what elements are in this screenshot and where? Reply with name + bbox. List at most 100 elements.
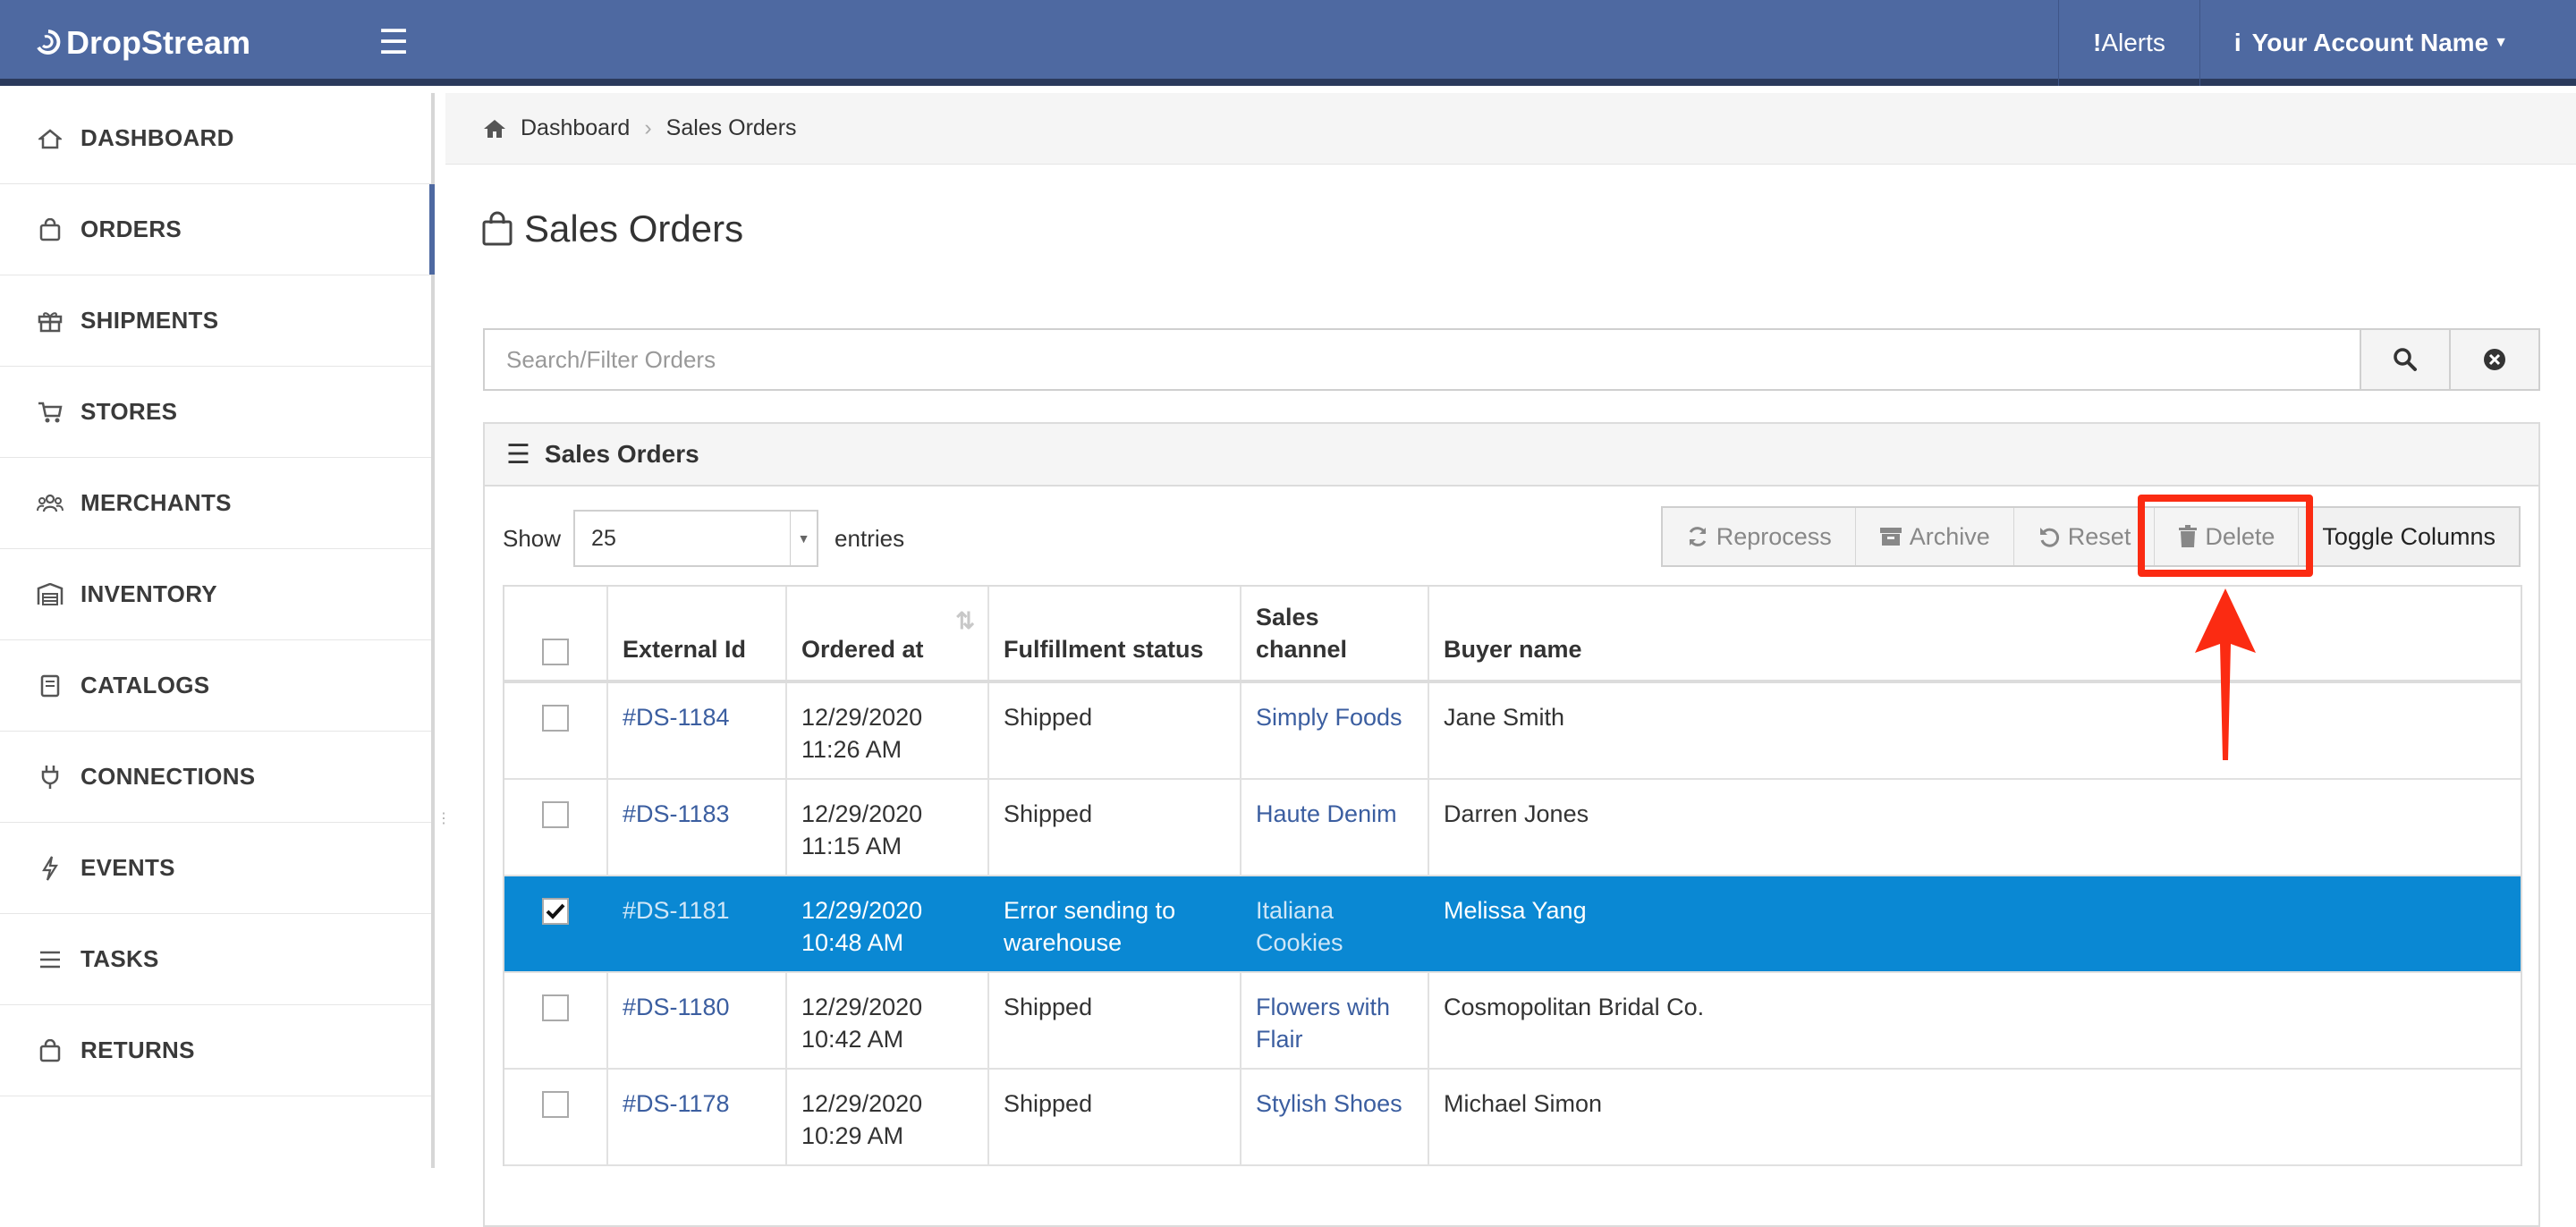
header-buyer-name[interactable]: Buyer name bbox=[1429, 587, 2521, 680]
select-all-cell bbox=[504, 587, 608, 680]
cart-icon bbox=[36, 398, 64, 427]
refresh-icon bbox=[1689, 527, 1707, 546]
account-menu[interactable]: i Your Account Name ▼ bbox=[2199, 0, 2576, 86]
ordered-date: 12/29/2020 bbox=[801, 1090, 923, 1117]
fulfillment-status-cell: Shipped bbox=[989, 683, 1241, 778]
fulfillment-status-cell: Shipped bbox=[989, 780, 1241, 875]
header-ordered-at[interactable]: Ordered at ⇅ bbox=[787, 587, 989, 680]
main-content: Dashboard › Sales Orders Sales Orders Se… bbox=[445, 93, 2576, 1227]
sidebar-item-merchants[interactable]: MERCHANTS bbox=[0, 458, 431, 549]
external-id-cell: #DS-1178 bbox=[608, 1070, 787, 1164]
clear-search-button[interactable] bbox=[2451, 328, 2540, 391]
sidebar-item-orders[interactable]: ORDERS bbox=[0, 184, 435, 275]
sidebar-item-returns[interactable]: RETURNS bbox=[0, 1005, 431, 1096]
row-checkbox[interactable] bbox=[542, 801, 569, 828]
header-sales-channel[interactable]: Sales channel bbox=[1241, 587, 1429, 680]
order-link[interactable]: #DS-1184 bbox=[623, 704, 730, 731]
archive-button[interactable]: Archive bbox=[1855, 508, 2014, 565]
buyer-name-cell: Michael Simon bbox=[1444, 1090, 1603, 1117]
sidebar-item-inventory[interactable]: INVENTORY bbox=[0, 549, 431, 640]
sidebar-item-shipments[interactable]: SHIPMENTS bbox=[0, 275, 431, 367]
order-link[interactable]: #DS-1181 bbox=[623, 897, 730, 924]
table-row[interactable]: #DS-1183 12/29/2020 11:15 AM Shipped Haute D… bbox=[504, 780, 2521, 876]
plug-icon bbox=[36, 763, 64, 791]
sidebar-item-label: DASHBOARD bbox=[80, 124, 234, 151]
select-arrow-icon: ▼ bbox=[790, 512, 817, 565]
sidebar-item-dashboard[interactable]: DASHBOARD bbox=[0, 93, 431, 184]
toggle-columns-button[interactable]: Toggle Columns bbox=[2299, 508, 2519, 565]
row-select-cell bbox=[504, 876, 608, 971]
alerts-link[interactable]: ! Alerts bbox=[2057, 0, 2199, 86]
sort-icon: ⇅ bbox=[955, 607, 975, 634]
reset-button[interactable]: Reset bbox=[2013, 508, 2156, 565]
list-icon: ☰ bbox=[506, 439, 530, 470]
row-checkbox[interactable] bbox=[542, 994, 569, 1021]
row-select-cell bbox=[504, 780, 608, 875]
order-link[interactable]: #DS-1178 bbox=[623, 1090, 730, 1117]
ordered-time: 10:48 AM bbox=[801, 929, 904, 956]
menu-toggle-icon[interactable]: ☰ bbox=[376, 25, 411, 61]
header-fulfillment-status[interactable]: Fulfillment status bbox=[989, 587, 1241, 680]
sidebar-item-stores[interactable]: STORES bbox=[0, 367, 431, 458]
panel-header: ☰ Sales Orders bbox=[485, 424, 2538, 487]
row-checkbox[interactable] bbox=[542, 898, 569, 925]
header-external-id[interactable]: External Id bbox=[608, 587, 787, 680]
sales-channel-cell: Simply Foods bbox=[1241, 683, 1429, 778]
sales-channel-link[interactable]: Flowers with Flair bbox=[1256, 994, 1390, 1053]
table-row[interactable]: #DS-1178 12/29/2020 10:29 AM Shipped Stylish… bbox=[504, 1070, 2521, 1166]
brand-logo[interactable]: DropStream bbox=[36, 0, 250, 86]
order-link[interactable]: #DS-1183 bbox=[623, 800, 730, 827]
sidebar-resize-handle[interactable]: ⋮ bbox=[436, 809, 451, 833]
sidebar-item-label: CATALOGS bbox=[80, 672, 210, 698]
bolt-icon bbox=[36, 854, 64, 883]
gift-icon bbox=[36, 307, 64, 335]
table-row[interactable]: #DS-1181 12/29/2020 10:48 AM Error sending … bbox=[504, 876, 2521, 973]
page-length-control: Show 25 ▼ entries bbox=[503, 510, 904, 567]
home-icon bbox=[36, 124, 64, 153]
sales-channel-link[interactable]: Haute Denim bbox=[1256, 800, 1397, 827]
buyer-name-cell: Melissa Yang bbox=[1444, 897, 1587, 924]
row-checkbox[interactable] bbox=[542, 705, 569, 732]
row-select-cell bbox=[504, 973, 608, 1068]
list-icon bbox=[36, 945, 64, 974]
search-button[interactable] bbox=[2361, 328, 2451, 391]
external-id-cell: #DS-1180 bbox=[608, 973, 787, 1068]
sidebar-item-label: INVENTORY bbox=[80, 580, 217, 607]
top-nav-right: ! Alerts i Your Account Name ▼ bbox=[2057, 0, 2576, 86]
search-input[interactable] bbox=[483, 328, 2361, 391]
warehouse-icon bbox=[36, 580, 64, 609]
top-navbar: DropStream ☰ ! Alerts i Your Account Nam… bbox=[0, 0, 2576, 86]
table-row[interactable]: #DS-1180 12/29/2020 10:42 AM Shipped Flowers… bbox=[504, 973, 2521, 1070]
reprocess-button[interactable]: Reprocess bbox=[1662, 508, 1856, 565]
reset-label: Reset bbox=[2067, 522, 2131, 550]
select-all-checkbox[interactable] bbox=[542, 639, 569, 665]
ordered-date: 12/29/2020 bbox=[801, 994, 923, 1020]
book-icon bbox=[36, 672, 64, 700]
checkmark-icon bbox=[546, 903, 565, 919]
breadcrumb-dashboard[interactable]: Dashboard bbox=[521, 115, 630, 141]
sidebar-item-label: CONNECTIONS bbox=[80, 763, 256, 790]
ordered-time: 11:26 AM bbox=[801, 736, 902, 763]
sales-channel-link[interactable]: Simply Foods bbox=[1256, 704, 1402, 731]
panel-title: Sales Orders bbox=[544, 440, 699, 468]
sidebar-item-label: RETURNS bbox=[80, 1037, 195, 1063]
sidebar-item-connections[interactable]: CONNECTIONS bbox=[0, 732, 431, 823]
row-checkbox[interactable] bbox=[542, 1091, 569, 1118]
ordered-at-cell: 12/29/2020 11:15 AM bbox=[787, 780, 989, 875]
buyer-name-cell: Cosmopolitan Bridal Co. bbox=[1444, 994, 1705, 1020]
delete-label: Delete bbox=[2205, 522, 2275, 550]
shopping-bag-icon bbox=[482, 211, 513, 246]
sidebar-item-tasks[interactable]: TASKS bbox=[0, 914, 431, 1005]
sidebar-item-label: TASKS bbox=[80, 945, 159, 972]
sales-channel-link[interactable]: Stylish Shoes bbox=[1256, 1090, 1402, 1117]
ordered-at-cell: 12/29/2020 10:42 AM bbox=[787, 973, 989, 1068]
sidebar-item-label: EVENTS bbox=[80, 854, 175, 881]
home-icon bbox=[484, 119, 505, 138]
delete-button[interactable]: Delete bbox=[2155, 508, 2300, 565]
order-link[interactable]: #DS-1180 bbox=[623, 994, 730, 1020]
sales-channel-link[interactable]: Italiana Cookies bbox=[1256, 897, 1343, 956]
sidebar-item-catalogs[interactable]: CATALOGS bbox=[0, 640, 431, 732]
sidebar-item-events[interactable]: EVENTS bbox=[0, 823, 431, 914]
entries-select[interactable]: 25 ▼ bbox=[573, 510, 819, 567]
row-select-cell bbox=[504, 683, 608, 778]
